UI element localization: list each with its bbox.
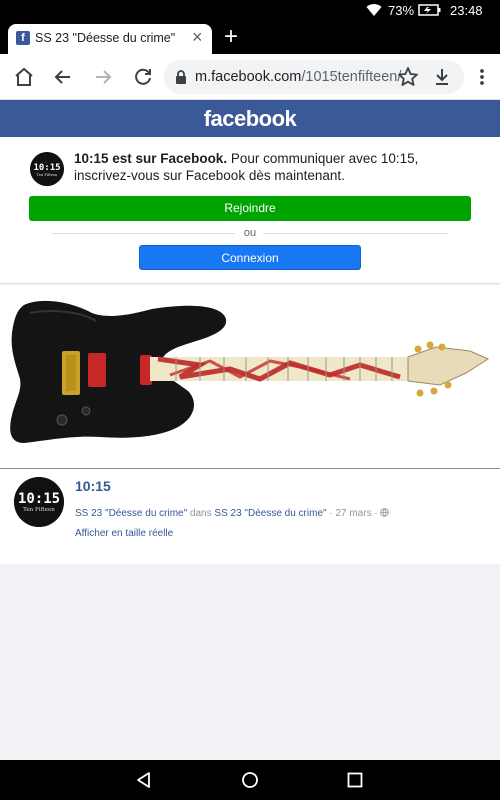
ten-fifteen-logo-icon: 10:15 Ten Fifteen [30,152,64,186]
album-link[interactable]: SS 23 "Déesse du crime" [75,508,187,519]
nav-back-icon[interactable] [134,770,154,790]
reload-icon[interactable] [130,64,156,90]
url-host: m.facebook.com [195,69,302,85]
globe-icon [380,508,390,517]
facebook-logo[interactable]: facebook [0,100,500,137]
post-meta: SS 23 "Déesse du crime" dans SS 23 "Dées… [75,508,390,519]
clock: 23:48 [450,3,483,18]
download-icon[interactable] [429,64,455,90]
url-text: m.facebook.com/1015tenfifteen/ [195,69,401,85]
album-link-2[interactable]: SS 23 "Déesse du crime" [214,508,326,519]
post-photo[interactable] [0,285,500,469]
guitar-image [10,300,490,443]
svg-text:Ten Fifteen: Ten Fifteen [37,173,58,177]
wifi-icon [366,4,382,17]
divider-left [52,233,235,234]
page-avatar[interactable]: 10:15 Ten Fifteen [30,152,64,186]
tab-strip: f SS 23 "Déesse du crime" × + [0,22,500,54]
browser-toolbar: m.facebook.com/1015tenfifteen/ [0,54,500,100]
view-full-size-link[interactable]: Afficher en taille réelle [75,528,173,539]
browser-tab[interactable]: f SS 23 "Déesse du crime" × [8,24,212,54]
home-icon[interactable] [11,64,37,90]
join-button[interactable]: Rejoindre [29,196,471,221]
nav-recents-icon[interactable] [345,770,365,790]
login-button[interactable]: Connexion [139,245,361,270]
url-path: /1015tenfifteen/ [301,69,402,85]
nav-home-icon[interactable] [240,770,260,790]
svg-text:10:15: 10:15 [33,163,60,173]
battery-icon [418,4,441,16]
tab-title: SS 23 "Déesse du crime" [35,31,176,45]
star-icon[interactable] [395,64,421,90]
forward-icon[interactable] [90,64,116,90]
status-bar: 73% 23:48 [0,0,500,22]
divider-right [263,233,448,234]
menu-icon[interactable] [469,64,495,90]
close-tab-icon[interactable]: × [192,27,203,48]
post-date: · 27 mars · [326,508,381,519]
system-nav-bar [0,760,500,800]
battery-percent: 73% [388,3,415,18]
promo-text: 10:15 est sur Facebook. Pour communiquer… [74,150,474,184]
ten-fifteen-logo-icon: 10:15 Ten Fifteen [14,477,64,527]
lock-icon[interactable] [174,69,188,85]
or-separator: ou [243,227,257,239]
promo-page-name[interactable]: 10:15 est sur Facebook. [74,151,227,166]
facebook-favicon-icon: f [16,31,30,45]
post-avatar[interactable]: 10:15 Ten Fifteen [14,477,64,527]
post-title[interactable]: 10:15 [75,478,111,494]
back-icon[interactable] [50,64,76,90]
svg-text:10:15: 10:15 [18,491,60,507]
new-tab-icon[interactable]: + [224,23,238,51]
in-label: dans [187,508,215,519]
svg-text:Ten Fifteen: Ten Fifteen [23,507,55,513]
